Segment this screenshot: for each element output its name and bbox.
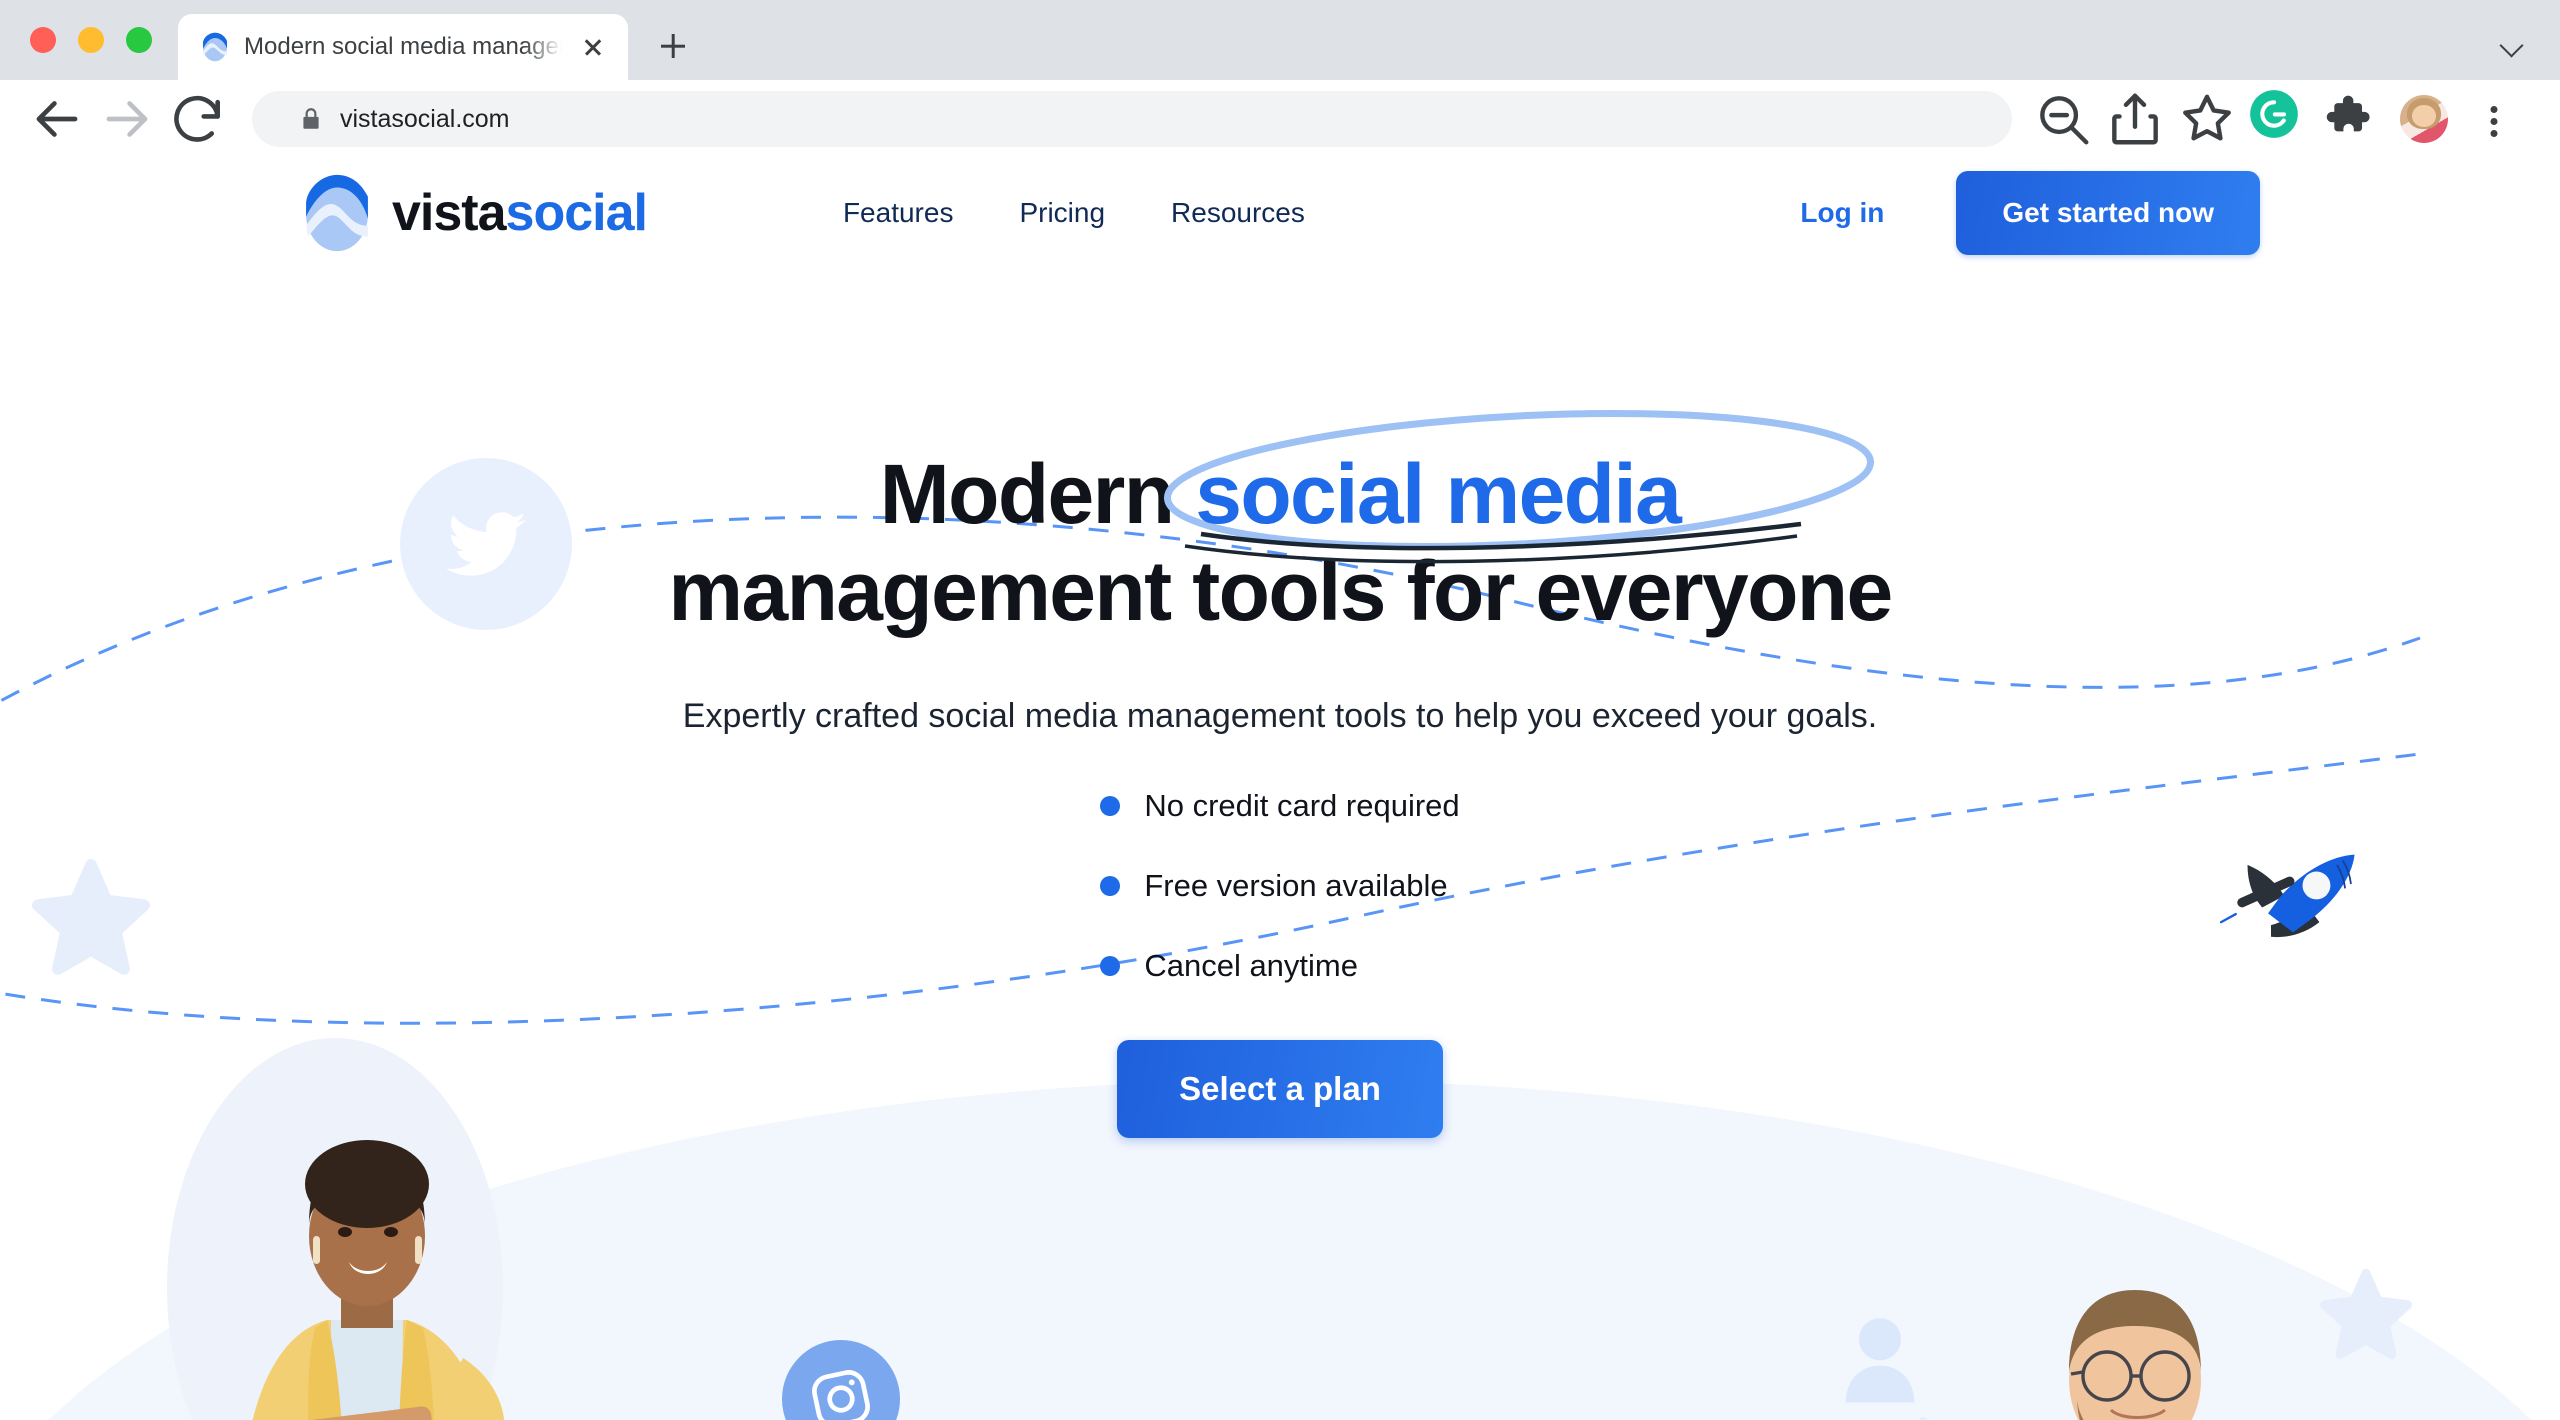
bookmark-star-icon[interactable] [2176, 88, 2238, 150]
select-a-plan-button[interactable]: Select a plan [1117, 1039, 1443, 1138]
site-logo[interactable]: vistasocial [300, 173, 648, 253]
headline-line-1: Modern social media [879, 409, 1875, 564]
hero-content: Modern social media management tools for… [0, 268, 2560, 1138]
list-item: Cancel anytime [1100, 948, 1459, 984]
web-page: vistasocial Features Pricing Resources L… [0, 158, 2560, 1420]
headline-highlight-wrap: social media [1164, 409, 1875, 564]
chrome-menu-icon[interactable] [2466, 88, 2522, 150]
benefit-label: Free version available [1144, 867, 1448, 903]
list-item: Free version available [1100, 868, 1459, 904]
main-navigation: Features Pricing Resources [843, 197, 1305, 229]
logo-wordmark: vistasocial [392, 183, 648, 243]
login-link[interactable]: Log in [1800, 197, 1884, 229]
browser-toolbar: vistasocial.com [0, 80, 2560, 158]
url-text: vistasocial.com [340, 104, 510, 133]
profile-avatar[interactable] [2400, 95, 2448, 143]
benefit-list: No credit card required Free version ava… [1100, 787, 1460, 1028]
get-started-button[interactable]: Get started now [1956, 171, 2260, 255]
tab-search-icon[interactable] [2500, 32, 2526, 58]
list-item: No credit card required [1100, 787, 1460, 824]
hero-subheadline: Expertly crafted social media management… [682, 696, 1878, 735]
benefit-label: No credit card required [1144, 787, 1460, 823]
nav-item-pricing[interactable]: Pricing [1019, 197, 1105, 229]
logo-text-vista: vista [392, 184, 507, 242]
zoom-out-icon[interactable] [2032, 88, 2094, 150]
bullet-dot-icon [1100, 795, 1121, 816]
bullet-dot-icon [1100, 955, 1121, 976]
tab-strip: Modern social media managem [0, 0, 2560, 80]
lock-icon [298, 106, 324, 132]
address-bar[interactable]: vistasocial.com [252, 91, 2012, 147]
man-with-tablet-photo [2069, 1290, 2201, 1420]
page-title: Modern social media management tools for… [0, 409, 2560, 641]
browser-window: Modern social media managem vistasocial.… [0, 0, 2560, 1420]
nav-item-features[interactable]: Features [843, 197, 954, 229]
minimize-window-button[interactable] [78, 27, 104, 53]
toolbar-icon-group [2032, 88, 2522, 150]
window-traffic-lights [14, 0, 178, 80]
grammarly-icon[interactable] [2248, 88, 2310, 150]
headline-highlight: social media [1195, 447, 1682, 541]
maximize-window-button[interactable] [126, 27, 152, 53]
share-icon[interactable] [2104, 88, 2166, 150]
hero-section: Modern social media management tools for… [0, 268, 2560, 1420]
header-actions: Log in Get started now [1800, 171, 2260, 255]
new-tab-button[interactable] [644, 17, 702, 75]
forward-icon[interactable] [96, 88, 158, 150]
browser-tab[interactable]: Modern social media managem [178, 14, 628, 80]
vistasocial-logo-mark [300, 173, 374, 253]
cta-row: Select a plan [0, 1028, 2560, 1138]
reload-icon[interactable] [166, 88, 228, 150]
benefit-label: Cancel anytime [1144, 947, 1358, 983]
back-icon[interactable] [26, 88, 88, 150]
vistasocial-favicon [200, 32, 230, 62]
extensions-puzzle-icon[interactable] [2320, 88, 2382, 150]
tab-title: Modern social media managem [244, 33, 562, 60]
bullet-dot-icon [1100, 875, 1121, 896]
close-window-button[interactable] [30, 27, 56, 53]
close-tab-icon[interactable] [576, 30, 610, 64]
nav-item-resources[interactable]: Resources [1171, 197, 1305, 229]
logo-text-social: social [505, 184, 648, 242]
headline-pre: Modern [879, 447, 1196, 541]
site-header: vistasocial Features Pricing Resources L… [0, 158, 2560, 268]
